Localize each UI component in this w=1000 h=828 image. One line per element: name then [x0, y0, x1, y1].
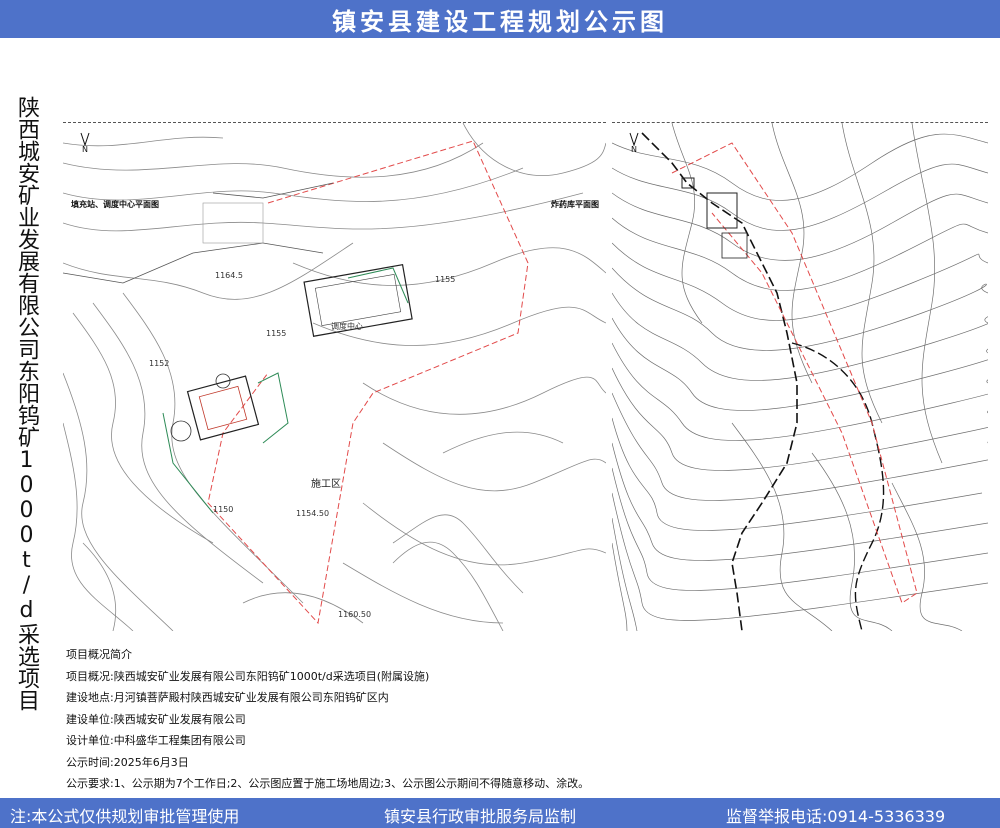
building-label: 调度中心 [331, 322, 363, 331]
project-info: 项目概况简介 项目概况:陕西城安矿业发展有限公司东阳钨矿1000t/d采选项目(… [66, 644, 966, 795]
terrain-contours [612, 123, 988, 631]
contour-elevation: 1155 [435, 275, 456, 284]
page-header: 镇安县建设工程规划公示图 [0, 0, 1000, 38]
explosive-storage-building [186, 375, 260, 441]
access-road [257, 372, 289, 444]
north-arrow-right [629, 132, 639, 147]
terrain-overview-drawing [612, 123, 988, 631]
footer-note: 注:本公式仅供规划审批管理使用 [10, 807, 240, 826]
contour-elevation: 1155 [266, 329, 287, 338]
site-plan-right: N [612, 122, 988, 631]
contour-elevation: 1160.50 [338, 610, 372, 619]
page-footer: 注:本公式仅供规划审批管理使用 镇安县行政审批服务局监制 监督举报电话:0914… [0, 798, 1000, 828]
north-arrow-left [80, 132, 90, 147]
plan-label-explosive-storage: 炸药库平面图 [551, 200, 599, 209]
haul-road [641, 132, 798, 631]
contour-elevation: 1154.50 [296, 509, 330, 518]
info-section-title: 项目概况简介 [66, 648, 132, 661]
north-label-left: N [82, 145, 88, 154]
contour-elevation: 1164.5 [215, 271, 243, 280]
site-plan-left: N 填充站、调度中心平面图 炸药库平面图 施工区 1164.5 1155 115… [63, 122, 606, 631]
footer-hotline: 监督举报电话:0914-5336339 [726, 807, 946, 826]
info-row-builder: 建设单位:陕西城安矿业发展有限公司 [66, 712, 246, 726]
contour-elevation: 1152 [149, 359, 170, 368]
footer-supervisor: 镇安县行政审批服务局监制 [384, 807, 577, 826]
construction-zone-label: 施工区 [311, 479, 341, 490]
info-row-requirements: 公示要求:1、公示期为7个工作日;2、公示图应置于施工场地周边;3、公示图公示期… [66, 777, 590, 790]
north-label-right: N [631, 145, 637, 154]
page-title: 镇安县建设工程规划公示图 [332, 7, 668, 36]
facility-building [706, 192, 738, 229]
project-vertical-title: 陕西城安矿业发展有限公司东阳钨矿1000t/d采选项目(附属设施) [14, 96, 39, 711]
contour-elevation: 1150 [213, 505, 234, 514]
info-row-overview: 项目概况:陕西城安矿业发展有限公司东阳钨矿1000t/d采选项目(附属设施) [66, 669, 430, 683]
info-row-date: 公示时间:2025年6月3日 [66, 755, 189, 769]
planning-boundary-redline [207, 140, 529, 625]
plan-label-filling-station: 填充站、调度中心平面图 [71, 200, 159, 209]
info-row-location: 建设地点:月河镇菩萨殿村陕西城安矿业发展有限公司东阳钨矿区内 [66, 691, 389, 704]
info-row-designer: 设计单位:中科盛华工程集团有限公司 [66, 734, 246, 747]
